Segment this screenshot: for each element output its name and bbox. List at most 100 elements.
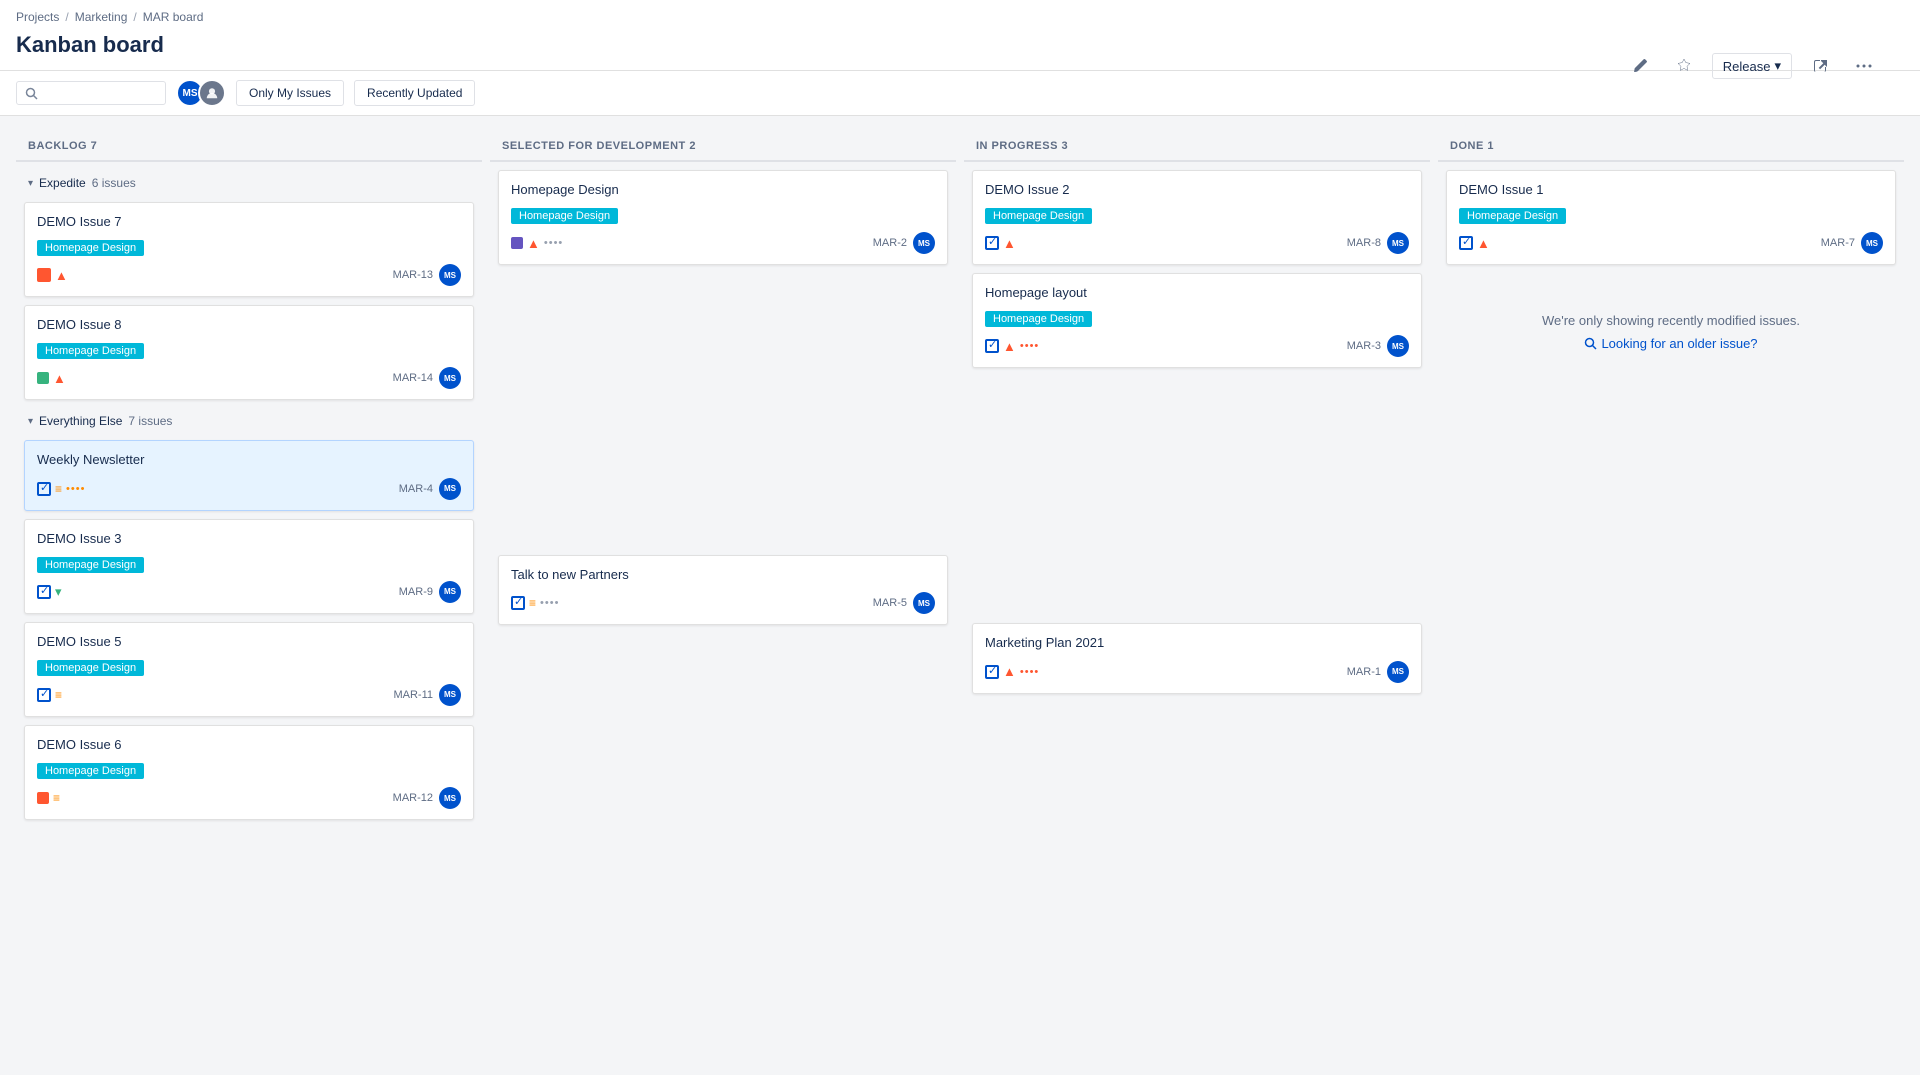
chevron-everything: ▾ (28, 416, 33, 427)
card-marketing-plan[interactable]: Marketing Plan 2021 ▲ •••• MAR-1 MS (972, 623, 1422, 693)
card-right-demo1: MAR-7 MS (1821, 232, 1883, 254)
card-demo7[interactable]: DEMO Issue 7 Homepage Design ▲ MAR-13 MS (24, 202, 474, 297)
card-avatar-newsletter: MS (439, 478, 461, 500)
card-title-demo5: DEMO Issue 5 (37, 633, 461, 651)
card-footer-demo5: ≡ MAR-11 MS (37, 684, 461, 706)
more-icon-btn[interactable] (1848, 50, 1880, 82)
older-issue-link[interactable]: Looking for an older issue? (1466, 336, 1876, 351)
check-icon-demo5 (37, 688, 51, 702)
card-homepage-layout[interactable]: Homepage layout Homepage Design ▲ •••• M… (972, 273, 1422, 368)
card-talk-partners[interactable]: Talk to new Partners ≡ •••• MAR-5 MS (498, 555, 948, 625)
search-input[interactable] (42, 86, 152, 100)
card-demo8[interactable]: DEMO Issue 8 Homepage Design ▲ MAR-14 MS (24, 305, 474, 400)
card-date-homepage-layout: MAR-3 (1347, 340, 1381, 352)
check-icon-demo1 (1459, 236, 1473, 250)
breadcrumb-projects[interactable]: Projects (16, 10, 59, 24)
column-inprogress: IN PROGRESS 3 DEMO Issue 2 Homepage Desi… (964, 132, 1430, 1015)
release-button[interactable]: Release ▾ (1712, 53, 1792, 79)
page-title: Kanban board (16, 28, 1904, 70)
priority-high-demo2: ▲ (1003, 236, 1016, 251)
pencil-icon-btn[interactable] (1624, 50, 1656, 82)
card-date-newsletter: MAR-4 (399, 483, 433, 495)
card-footer-demo1: ▲ MAR-7 MS (1459, 232, 1883, 254)
group-count-everything: 7 issues (128, 414, 172, 428)
breadcrumb-sep1: / (65, 10, 68, 24)
card-tag-demo5: Homepage Design (37, 660, 144, 676)
only-my-issues-button[interactable]: Only My Issues (236, 80, 344, 106)
avatar-group: MS (176, 79, 226, 107)
card-title-homepage-design: Homepage Design (511, 181, 935, 199)
column-count-inprogress: 3 (1061, 140, 1068, 152)
avatar-other[interactable] (198, 79, 226, 107)
card-homepage-design[interactable]: Homepage Design Homepage Design ▲ •••• M… (498, 170, 948, 265)
card-icons-demo7: ▲ (37, 268, 68, 283)
card-icons-newsletter: ≡ •••• (37, 482, 85, 496)
card-right-demo7: MAR-13 MS (393, 264, 461, 286)
breadcrumb-marketing[interactable]: Marketing (75, 10, 128, 24)
recently-updated-button[interactable]: Recently Updated (354, 80, 475, 106)
priority-high-layout: ▲ (1003, 339, 1016, 354)
card-avatar-demo5: MS (439, 684, 461, 706)
priority-high-marketing: ▲ (1003, 664, 1016, 679)
breadcrumb-sep2: / (133, 10, 136, 24)
card-tag-homepage-design: Homepage Design (511, 208, 618, 224)
card-demo6[interactable]: DEMO Issue 6 Homepage Design ≡ MAR-12 MS (24, 725, 474, 820)
card-title-demo8: DEMO Issue 8 (37, 316, 461, 334)
search-box[interactable] (16, 81, 166, 105)
column-title-done: DONE (1450, 140, 1484, 152)
star-icon-btn[interactable] (1668, 50, 1700, 82)
card-right-homepage-layout: MAR-3 MS (1347, 335, 1409, 357)
card-footer-homepage-design: ▲ •••• MAR-2 MS (511, 232, 935, 254)
done-message-text: We're only showing recently modified iss… (1466, 313, 1876, 328)
card-demo1[interactable]: DEMO Issue 1 Homepage Design ▲ MAR-7 MS (1446, 170, 1896, 265)
card-date-demo3: MAR-9 (399, 586, 433, 598)
column-count-selected: 2 (689, 140, 696, 152)
column-backlog: BACKLOG 7 ▾ Expedite 6 issues DEMO Issue… (16, 132, 482, 1015)
column-content-selected: Homepage Design Homepage Design ▲ •••• M… (490, 170, 956, 641)
group-name-everything: Everything Else (39, 414, 122, 428)
card-footer-demo2: ▲ MAR-8 MS (985, 232, 1409, 254)
card-icons-talk-partners: ≡ •••• (511, 596, 559, 610)
card-avatar-homepage-design: MS (913, 232, 935, 254)
group-name-expedite: Expedite (39, 176, 86, 190)
card-date-demo1: MAR-7 (1821, 237, 1855, 249)
breadcrumb: Projects / Marketing / MAR board (16, 0, 1904, 28)
check-icon-partners (511, 596, 525, 610)
card-title-demo1: DEMO Issue 1 (1459, 181, 1883, 199)
breadcrumb-mar-board[interactable]: MAR board (143, 10, 204, 24)
priority-high-demo1: ▲ (1477, 236, 1490, 251)
story-purple-icon (511, 237, 523, 249)
card-demo3[interactable]: DEMO Issue 3 Homepage Design ▾ MAR-9 MS (24, 519, 474, 614)
card-avatar-demo3: MS (439, 581, 461, 603)
priority-low-icon: ▾ (55, 584, 62, 600)
card-tag-demo6: Homepage Design (37, 763, 144, 779)
card-tag-demo2: Homepage Design (985, 208, 1092, 224)
card-newsletter[interactable]: Weekly Newsletter ≡ •••• MAR-4 MS (24, 440, 474, 510)
column-selected: SELECTED FOR DEVELOPMENT 2 Homepage Desi… (490, 132, 956, 1015)
card-tag-homepage-layout: Homepage Design (985, 311, 1092, 327)
check-icon-marketing (985, 665, 999, 679)
card-right-demo2: MAR-8 MS (1347, 232, 1409, 254)
card-icons-marketing-plan: ▲ •••• (985, 664, 1039, 679)
card-footer-talk-partners: ≡ •••• MAR-5 MS (511, 592, 935, 614)
board-container: BACKLOG 7 ▾ Expedite 6 issues DEMO Issue… (0, 116, 1920, 1031)
priority-medium-icon2: ≡ (55, 688, 62, 702)
card-icons-demo3: ▾ (37, 584, 62, 600)
share-button[interactable] (1804, 50, 1836, 82)
priority-medium-icon: ≡ (55, 482, 62, 496)
column-header-backlog: BACKLOG 7 (16, 132, 482, 162)
group-header-everything[interactable]: ▾ Everything Else 7 issues (24, 408, 474, 434)
card-demo2[interactable]: DEMO Issue 2 Homepage Design ▲ MAR-8 MS (972, 170, 1422, 265)
column-header-inprogress: IN PROGRESS 3 (964, 132, 1430, 162)
dots-icon-hp: •••• (544, 237, 563, 249)
card-demo5[interactable]: DEMO Issue 5 Homepage Design ≡ MAR-11 MS (24, 622, 474, 717)
column-done: DONE 1 DEMO Issue 1 Homepage Design ▲ MA… (1438, 132, 1904, 1015)
priority-medium-partners: ≡ (529, 596, 536, 610)
star-icon (1676, 58, 1692, 74)
group-header-expedite[interactable]: ▾ Expedite 6 issues (24, 170, 474, 196)
card-title-demo6: DEMO Issue 6 (37, 736, 461, 754)
card-avatar-homepage-layout: MS (1387, 335, 1409, 357)
check-icon-demo2 (985, 236, 999, 250)
card-icons-homepage-layout: ▲ •••• (985, 339, 1039, 354)
search-icon (25, 87, 38, 100)
